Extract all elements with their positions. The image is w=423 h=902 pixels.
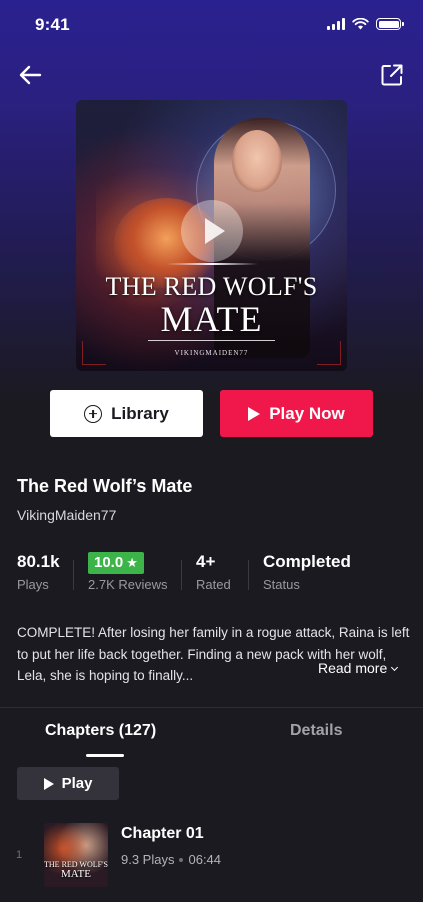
wifi-icon	[352, 18, 369, 30]
battery-icon	[376, 18, 404, 30]
book-author[interactable]: VikingMaiden77	[17, 507, 116, 523]
star-icon: ★	[126, 555, 138, 570]
chapter-plays: 9.3 Plays	[121, 852, 175, 867]
read-more-label: Read more	[318, 660, 388, 676]
stat-status: Completed Status	[263, 550, 351, 592]
book-title: The Red Wolf’s Mate	[17, 476, 193, 496]
stat-divider	[248, 560, 249, 590]
cover-face-art	[232, 130, 282, 192]
play-now-label: Play Now	[269, 403, 345, 423]
book-cover[interactable]: THE RED WOLF'S MATE VIKINGMAIDEN77	[76, 100, 347, 371]
chapter-title: Chapter 01	[121, 825, 204, 842]
play-button-label: Play	[61, 775, 93, 792]
library-button-label: Library	[111, 403, 169, 423]
stat-plays: 80.1k Plays	[17, 550, 60, 592]
cover-play-icon[interactable]	[181, 200, 243, 262]
play-all-button[interactable]: Play	[17, 767, 119, 800]
active-tab-indicator	[86, 754, 124, 757]
chapter-meta: 9.3 Plays 06:44	[121, 852, 221, 867]
separator-dot	[179, 858, 184, 862]
add-to-library-button[interactable]: Library	[50, 390, 203, 437]
tab-details[interactable]: Details	[290, 722, 342, 740]
rating-value: 10.0	[94, 554, 124, 571]
cover-corner-ornament	[82, 341, 106, 365]
share-external-icon[interactable]	[379, 62, 405, 88]
cellular-signal-icon	[327, 18, 345, 30]
stat-age-rating: 4+ Rated	[196, 550, 231, 592]
cover-title-line2: MATE	[160, 299, 263, 339]
cover-ornament	[166, 263, 258, 265]
play-icon	[248, 406, 261, 421]
plus-circle-icon	[84, 404, 103, 423]
status-label: Status	[263, 577, 300, 592]
read-more-link[interactable]: Read more	[318, 660, 399, 676]
book-description: COMPLETE! After losing her family in a r…	[17, 625, 410, 683]
plays-value: 80.1k	[17, 552, 60, 571]
chapter-duration: 06:44	[188, 852, 222, 867]
play-icon	[43, 777, 54, 790]
stats-row: 80.1k Plays 10.0 ★ 2.7K Reviews 4+ Rated…	[17, 550, 417, 595]
stat-divider	[181, 560, 182, 590]
rating-badge: 10.0 ★	[88, 552, 144, 574]
status-time: 9:41	[35, 15, 70, 34]
chapter-list-item[interactable]: 1 THE RED WOLF'S MATE Chapter 01 9.3 Pla…	[0, 818, 423, 894]
stat-divider	[73, 560, 74, 590]
back-arrow-icon[interactable]	[16, 62, 46, 88]
age-label: Rated	[196, 577, 231, 592]
stat-rating[interactable]: 10.0 ★ 2.7K Reviews	[88, 550, 167, 592]
plays-label: Plays	[17, 577, 49, 592]
chapter-index: 1	[16, 849, 23, 861]
reviews-label: 2.7K Reviews	[88, 577, 168, 592]
tab-chapters[interactable]: Chapters (127)	[45, 722, 156, 740]
chapter-thumbnail: THE RED WOLF'S MATE	[44, 823, 108, 887]
status-icons	[327, 18, 404, 30]
cover-author: VIKINGMAIDEN77	[174, 349, 249, 357]
status-value: Completed	[263, 552, 351, 571]
cover-divider	[148, 340, 275, 341]
status-bar: 9:41	[0, 0, 423, 50]
section-divider	[0, 707, 423, 708]
age-value: 4+	[196, 552, 216, 571]
thumb-title-line2: MATE	[61, 868, 91, 880]
chevron-down-icon	[391, 663, 399, 672]
play-now-button[interactable]: Play Now	[220, 390, 373, 437]
cover-corner-ornament	[317, 341, 341, 365]
